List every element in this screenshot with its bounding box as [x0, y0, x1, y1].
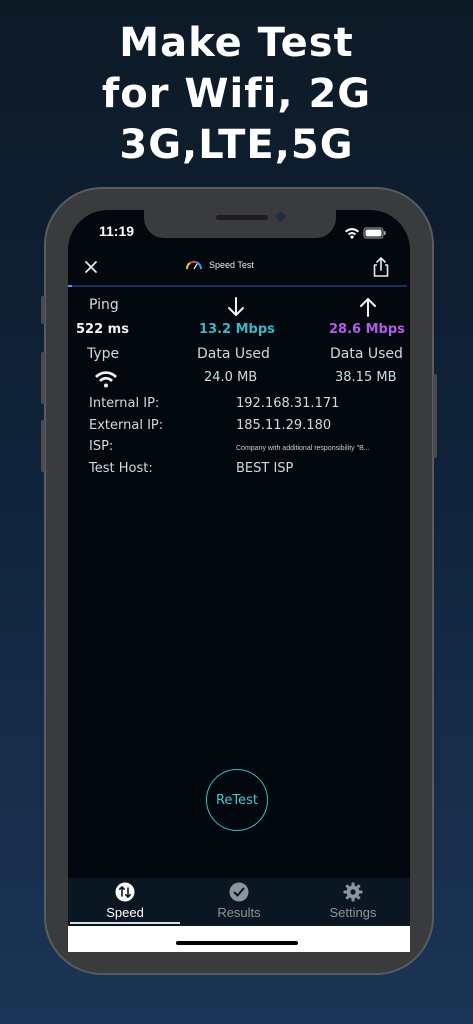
volume-down-button	[41, 420, 45, 472]
tab-speed[interactable]: Speed	[68, 878, 182, 926]
close-icon	[85, 261, 97, 273]
status-icons	[344, 225, 388, 244]
type-label: Type	[87, 346, 120, 362]
promo-headline: Make Test for Wifi, 2G 3G,LTE,5G	[0, 18, 473, 171]
speed-arrows-icon	[115, 882, 135, 902]
download-arrow-icon	[226, 296, 246, 322]
test-progress-track	[68, 285, 407, 287]
home-indicator[interactable]	[176, 941, 298, 945]
volume-up-button	[41, 352, 45, 404]
test-host-label: Test Host:	[89, 461, 153, 476]
ping-value: 522 ms	[76, 322, 129, 337]
upload-arrow-icon	[358, 296, 378, 322]
ping-label: Ping	[89, 297, 119, 313]
promo-headline-line3: 3G,LTE,5G	[119, 122, 354, 168]
front-camera	[276, 212, 285, 221]
share-button[interactable]	[371, 256, 391, 278]
tab-results-label: Results	[217, 905, 261, 920]
isp-label: ISP:	[89, 439, 114, 454]
home-indicator-area	[68, 926, 410, 952]
internal-ip-label: Internal IP:	[89, 396, 160, 411]
test-progress-fill	[68, 285, 72, 287]
upload-data-value: 38.15 MB	[335, 370, 397, 385]
promo-headline-line1: Make Test	[119, 20, 354, 66]
close-button[interactable]	[82, 258, 100, 276]
connection-wifi-icon	[94, 370, 118, 392]
download-data-value: 24.0 MB	[204, 370, 258, 385]
external-ip-label: External IP:	[89, 418, 164, 433]
isp-value: Company with additional responsibility "…	[236, 445, 370, 452]
share-icon	[373, 257, 389, 277]
download-speed-value: 13.2 Mbps	[199, 322, 275, 337]
speaker-grille	[216, 215, 268, 220]
upload-speed-value: 28.6 Mbps	[329, 322, 405, 337]
nav-title-text: Speed Test	[209, 260, 254, 270]
retest-button[interactable]: ReTest	[206, 769, 268, 831]
test-host-value: BEST ISP	[236, 461, 294, 476]
speedometer-icon	[186, 260, 203, 270]
power-button	[433, 374, 437, 458]
checkmark-circle-icon	[229, 882, 249, 902]
tab-settings-label: Settings	[329, 905, 377, 920]
status-time: 11:19	[99, 223, 135, 239]
tab-speed-label: Speed	[106, 905, 144, 920]
tab-results[interactable]: Results	[182, 878, 296, 926]
promo-headline-line2: for Wifi, 2G	[101, 71, 372, 117]
mute-switch	[41, 296, 45, 324]
tab-bar: Speed Results Settings	[68, 878, 410, 926]
wifi-status-icon	[345, 228, 359, 239]
active-tab-indicator	[70, 922, 180, 924]
external-ip-value: 185.11.29.180	[236, 418, 332, 433]
upload-data-label: Data Used	[330, 346, 403, 362]
nav-title: Speed Test	[185, 259, 254, 271]
tab-settings[interactable]: Settings	[296, 878, 410, 926]
download-data-label: Data Used	[197, 346, 270, 362]
internal-ip-value: 192.168.31.171	[236, 396, 340, 411]
battery-icon	[363, 227, 386, 239]
gear-icon	[343, 882, 363, 902]
